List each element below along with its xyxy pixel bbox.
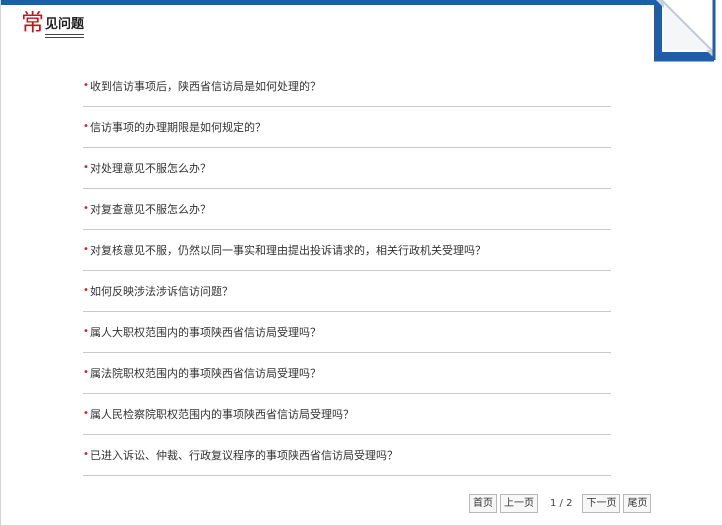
bullet-icon: • [83,121,89,132]
faq-item[interactable]: • 信访事项的办理期限是如何规定的？ [83,107,611,148]
faq-item-text[interactable]: 信访事项的办理期限是如何规定的？ [90,119,266,135]
faq-item[interactable]: • 属法院职权范围内的事项陕西省信访局受理吗？ [83,353,611,394]
bullet-icon: • [83,285,89,296]
faq-item[interactable]: • 对处理意见不服怎么办？ [83,148,611,189]
bullet-icon: • [83,203,89,214]
page-title: 常 见问题 [21,10,85,38]
page-indicator: 1 / 2 [550,498,573,509]
bullet-icon: • [83,162,89,173]
faq-item[interactable]: • 已进入诉讼、仲裁、行政复议程序的事项陕西省信访局受理吗？ [83,435,611,476]
page-title-initial: 常 [21,10,44,36]
bullet-icon: • [83,244,89,255]
faq-item[interactable]: • 如何反映涉法涉诉信访问题？ [83,271,611,312]
faq-item[interactable]: • 对复核意见不服，仍然以同一事实和理由提出投诉请求的，相关行政机关受理吗？ [83,230,611,271]
last-page-button[interactable]: 尾页 [623,494,652,513]
bullet-icon: • [83,80,89,91]
faq-item-text[interactable]: 对复核意见不服，仍然以同一事实和理由提出投诉请求的，相关行政机关受理吗？ [90,242,486,258]
faq-item-text[interactable]: 如何反映涉法涉诉信访问题？ [90,283,233,299]
bullet-icon: • [83,367,89,378]
faq-item-text[interactable]: 属法院职权范围内的事项陕西省信访局受理吗？ [90,365,321,381]
faq-item-text[interactable]: 对复查意见不服怎么办？ [90,201,211,217]
faq-item-text[interactable]: 属人大职权范围内的事项陕西省信访局受理吗？ [90,324,321,340]
bullet-icon: • [83,408,89,419]
faq-item-text[interactable]: 收到信访事项后，陕西省信访局是如何处理的？ [90,78,321,94]
page-title-text: 见问题 [45,18,85,38]
faq-item[interactable]: • 收到信访事项后，陕西省信访局是如何处理的？ [83,66,611,107]
first-page-button[interactable]: 首页 [469,494,497,513]
faq-item-text[interactable]: 已进入诉讼、仲裁、行政复议程序的事项陕西省信访局受理吗？ [90,447,398,463]
faq-item-text[interactable]: 对处理意见不服怎么办？ [90,160,211,176]
faq-item[interactable]: • 属人大职权范围内的事项陕西省信访局受理吗？ [83,312,611,353]
faq-page: 常 见问题 • 收到信访事项后，陕西省信访局是如何处理的？ • 信访事项的办理期限是… [0,0,722,526]
bullet-icon: • [83,326,89,337]
faq-list: • 收到信访事项后，陕西省信访局是如何处理的？ • 信访事项的办理期限是如何规定的？… [83,66,611,476]
top-accent-bar [1,0,661,5]
faq-item[interactable]: • 属人民检察院职权范围内的事项陕西省信访局受理吗？ [83,394,611,435]
bullet-icon: • [83,449,89,460]
pagination: 首页 上一页 1 / 2 下一页 尾页 [469,494,652,513]
page-corner-fold-icon [654,0,722,66]
faq-item-text[interactable]: 属人民检察院职权范围内的事项陕西省信访局受理吗？ [90,406,354,422]
faq-item[interactable]: • 对复查意见不服怎么办？ [83,189,611,230]
prev-page-button[interactable]: 上一页 [500,494,538,513]
next-page-button[interactable]: 下一页 [582,494,621,513]
